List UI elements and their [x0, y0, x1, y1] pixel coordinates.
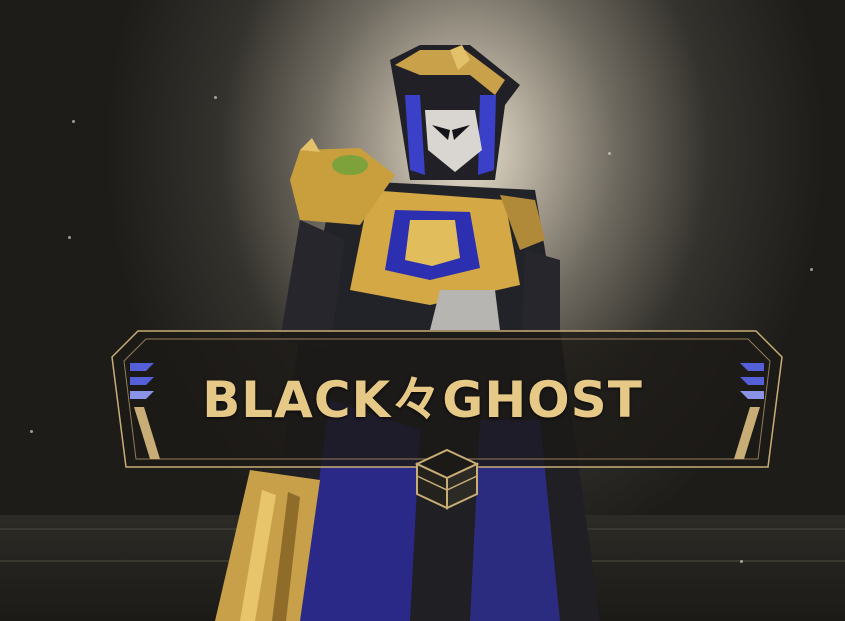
crate-icon: [414, 448, 480, 510]
outfit-name-title: BLACK々GHOST: [202, 371, 643, 429]
game-scene: BLACK々GHOST: [0, 0, 845, 621]
character-outfit-art: [215, 45, 600, 621]
